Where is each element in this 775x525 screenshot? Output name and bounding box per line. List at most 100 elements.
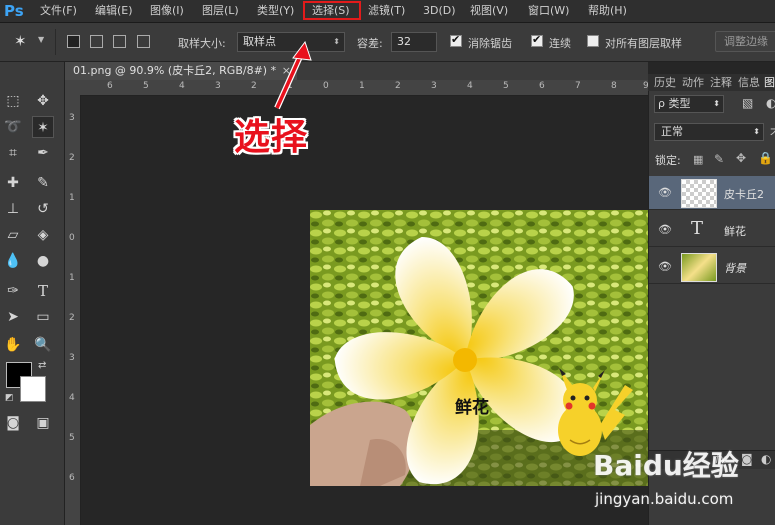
ruler-tick: 1 [359,81,365,91]
chevron-down-icon[interactable]: ▼ [38,35,44,44]
magic-wand-icon[interactable]: ✶ [32,116,54,138]
text-layer-icon: T [691,218,704,239]
rectangle-icon[interactable]: ▭ [32,306,54,328]
layer-name: 背景 [724,262,746,275]
lock-pixels-icon[interactable]: ✎ [714,152,724,166]
magic-wand-preset-icon[interactable]: ✶ [14,32,27,50]
ruler-tick: 4 [179,81,185,91]
brush-icon[interactable]: ✎ [32,172,54,194]
options-bar: ✶ ▼ 取样大小: 取样点 ⬍ 容差: 32 ✔ 消除锯齿 ✔ 连续 对所有图层… [0,23,775,62]
layer-name: 皮卡丘2 [724,188,764,201]
swap-colors-icon[interactable]: ⇄ [38,360,46,371]
pen-icon[interactable]: ✑ [2,280,24,302]
ruler-tick: 6 [107,81,113,91]
healing-brush-icon[interactable]: ✚ [2,172,24,194]
annotation-label: 选择 [234,117,309,158]
filter-kind-dropdown[interactable]: ρ 类型 ⬍ [654,95,724,113]
tolerance-label: 容差: [357,37,383,50]
menu-window[interactable]: 窗口(W) [528,0,569,22]
default-colors-icon[interactable]: ◩ [5,393,14,403]
tab-info[interactable]: 信息 [738,74,760,91]
updown-icon: ⬍ [753,127,760,136]
menu-filter[interactable]: 滤镜(T) [368,0,405,22]
tab-notes[interactable]: 注释 [710,74,732,91]
clone-stamp-icon[interactable]: ⊥ [2,198,24,220]
lock-transparent-icon[interactable]: ▦ [693,153,703,166]
baidu-watermark: Baidu经验 jingyan.baidu.com [585,440,775,525]
tab-layers[interactable]: 图 [764,74,775,91]
new-selection-icon[interactable] [67,35,80,48]
blur-icon[interactable]: 💧 [2,250,24,272]
adjust-filter-icon[interactable]: ◐ [766,96,775,110]
menu-layer[interactable]: 图层(L) [202,0,239,22]
eraser-icon[interactable]: ▱ [2,224,24,246]
ruler-tick: 6 [539,81,545,91]
divider [55,29,56,55]
ruler-vertical: 3 2 1 0 1 2 3 4 5 6 [65,95,81,525]
image-filter-icon[interactable]: ▧ [742,96,753,110]
dodge-icon[interactable]: ● [32,250,54,272]
visibility-eye-icon[interactable]: 👁 [658,186,672,199]
all-layers-checkbox[interactable] [587,35,599,47]
document-tab-title: 01.png @ 90.9% (皮卡丘2, RGB/8#) * [73,64,277,77]
tools-panel: ⬚ ✥ ➰ ✶ ⌗ ✒ ✚ ✎ ⊥ ↺ ▱ ◈ 💧 ● ✑ T ➤ ▭ ✋ 🔍 … [0,62,65,525]
screen-mode-icon[interactable]: ▣ [32,412,54,434]
menu-type[interactable]: 类型(Y) [257,0,294,22]
lock-all-icon[interactable]: 🔒 [758,151,773,165]
menu-file[interactable]: 文件(F) [40,0,77,22]
layer-row-background[interactable]: 👁 背景 [649,250,775,284]
lock-label: 锁定: [655,154,681,167]
ruler-tick: 3 [69,353,75,363]
type-icon[interactable]: T [32,280,54,302]
menu-image[interactable]: 图像(I) [150,0,184,22]
path-selection-icon[interactable]: ➤ [2,306,24,328]
hand-icon[interactable]: ✋ [2,334,24,356]
blend-mode-dropdown[interactable]: 正常 ⬍ [654,123,764,141]
ruler-tick: 1 [69,273,75,283]
ruler-horizontal: 6 5 4 3 2 1 0 1 2 3 4 5 6 7 8 9 [65,80,648,96]
tab-actions[interactable]: 动作 [682,74,704,91]
menu-help[interactable]: 帮助(H) [588,0,627,22]
ruler-tick: 5 [69,433,75,443]
layer-row-pikachu[interactable]: 👁 皮卡丘2 [649,176,775,210]
ruler-tick: 8 [611,81,617,91]
filter-kind-value: 类型 [668,97,691,110]
ruler-tick: 2 [395,81,401,91]
visibility-eye-icon[interactable]: 👁 [658,260,672,273]
history-brush-icon[interactable]: ↺ [32,198,54,220]
contiguous-label: 连续 [549,37,571,50]
paint-bucket-icon[interactable]: ◈ [32,224,54,246]
menu-3d[interactable]: 3D(D) [423,0,456,22]
visibility-eye-icon[interactable]: 👁 [658,223,672,236]
quick-mask-icon[interactable]: ◙ [2,412,24,434]
menu-edit[interactable]: 编辑(E) [95,0,133,22]
move-icon[interactable]: ✥ [32,90,54,112]
zoom-icon[interactable]: 🔍 [32,334,54,356]
tab-history[interactable]: 历史 [654,74,676,91]
crop-icon[interactable]: ⌗ [2,142,24,164]
lasso-icon[interactable]: ➰ [2,116,24,138]
background-color-swatch[interactable] [20,376,46,402]
layer-name: 鲜花 [724,225,746,238]
layer-row-text[interactable]: 👁 T 鲜花 [649,213,775,247]
antialias-checkbox[interactable]: ✔ [450,33,462,47]
select-menu-highlight-box [303,1,361,20]
add-selection-icon[interactable] [90,35,103,48]
layer-thumbnail [681,179,717,208]
menu-view[interactable]: 视图(V) [470,0,508,22]
intersect-selection-icon[interactable] [137,35,150,48]
tolerance-input[interactable]: 32 [391,32,437,52]
antialias-label: 消除锯齿 [468,37,512,50]
photoshop-logo: Ps [4,2,24,20]
refine-edge-button[interactable]: 调整边缘 [715,31,775,52]
subtract-selection-icon[interactable] [113,35,126,48]
blend-mode-value: 正常 [661,125,683,138]
eyedropper-icon[interactable]: ✒ [32,142,54,164]
search-icon: ρ [658,97,665,110]
marquee-icon[interactable]: ⬚ [2,90,24,112]
ruler-tick: 2 [69,153,75,163]
text-layer-flower: 鲜花 [455,398,489,418]
lock-position-icon[interactable]: ✥ [736,151,746,165]
contiguous-checkbox[interactable]: ✔ [531,33,543,47]
watermark-url: jingyan.baidu.com [595,490,734,508]
